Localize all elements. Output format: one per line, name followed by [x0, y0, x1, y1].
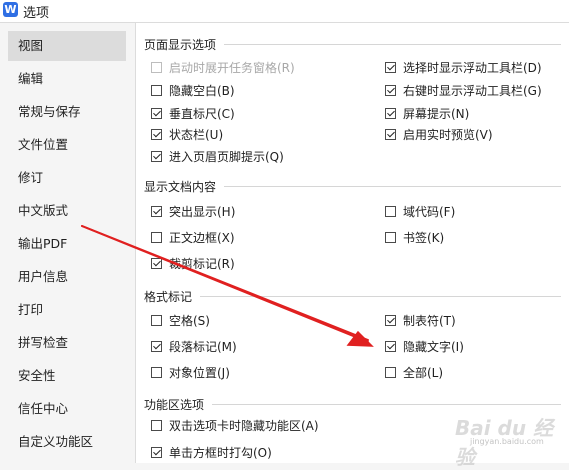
checkbox-checked[interactable] [385, 129, 396, 140]
checkbox[interactable] [151, 62, 162, 73]
checkbox-checked[interactable] [151, 151, 162, 162]
checkbox-checked[interactable] [385, 108, 396, 119]
checkbox-checked[interactable] [385, 341, 396, 352]
option-label: 正文边框(X) [169, 231, 235, 245]
sidebar-item-user-info[interactable]: 用户信息 [8, 262, 126, 292]
option-label: 右键时显示浮动工具栏(G) [403, 84, 542, 98]
sidebar-item-file-location[interactable]: 文件位置 [8, 130, 126, 160]
checkbox[interactable] [151, 85, 162, 96]
option-label: 垂直标尺(C) [169, 107, 235, 121]
window-title: 选项 [23, 6, 50, 21]
section-title-doc-content: 显示文档内容 [144, 178, 221, 195]
option-label: 双击选项卡时隐藏功能区(A) [169, 419, 319, 433]
checkbox-checked[interactable] [151, 129, 162, 140]
option-label: 段落标记(M) [169, 340, 237, 354]
section-divider [212, 404, 561, 405]
checkbox[interactable] [385, 367, 396, 378]
checkbox-checked[interactable] [385, 62, 396, 73]
option-label: 对象位置(J) [169, 366, 230, 380]
option-label: 进入页眉页脚提示(Q) [169, 150, 284, 164]
option-label: 书签(K) [403, 231, 445, 245]
option-label: 域代码(F) [403, 205, 456, 219]
option-label: 选择时显示浮动工具栏(D) [403, 61, 542, 75]
option-label: 空格(S) [169, 314, 210, 328]
section-divider [224, 44, 561, 45]
title-bar: W 选项 [0, 0, 569, 23]
checkbox[interactable] [151, 420, 162, 431]
baidu-watermark-url: jingyan.baidu.com [470, 437, 544, 446]
option-label: 突出显示(H) [169, 205, 236, 219]
option-label: 启用实时预览(V) [403, 128, 493, 142]
section-divider [200, 296, 561, 297]
checkbox-checked[interactable] [385, 315, 396, 326]
options-sidebar: 视图 编辑 常规与保存 文件位置 修订 中文版式 输出PDF 用户信息 打印 拼… [0, 23, 133, 463]
sidebar-item-security[interactable]: 安全性 [8, 361, 126, 391]
option-label: 隐藏文字(I) [403, 340, 464, 354]
sidebar-item-view[interactable]: 视图 [8, 31, 126, 61]
wps-writer-icon: W [3, 2, 18, 17]
option-label: 隐藏空白(B) [169, 84, 235, 98]
section-title-ribbon: 功能区选项 [144, 396, 209, 413]
option-label: 状态栏(U) [169, 128, 224, 142]
checkbox-checked[interactable] [151, 341, 162, 352]
sidebar-item-export-pdf[interactable]: 输出PDF [8, 229, 126, 259]
option-label: 裁剪标记(R) [169, 257, 235, 271]
checkbox-checked[interactable] [385, 85, 396, 96]
sidebar-item-chinese-layout[interactable]: 中文版式 [8, 196, 126, 226]
checkbox[interactable] [151, 367, 162, 378]
section-title-page-display: 页面显示选项 [144, 36, 221, 53]
sidebar-item-revision[interactable]: 修订 [8, 163, 126, 193]
section-divider [224, 186, 561, 187]
sidebar-item-edit[interactable]: 编辑 [8, 64, 126, 94]
checkbox[interactable] [151, 232, 162, 243]
option-label: 制表符(T) [403, 314, 456, 328]
sidebar-item-general-save[interactable]: 常规与保存 [8, 97, 126, 127]
option-label: 启动时展开任务窗格(R) [169, 61, 295, 75]
checkbox[interactable] [385, 232, 396, 243]
section-title-format-marks: 格式标记 [144, 288, 197, 305]
sidebar-item-customize-ribbon[interactable]: 自定义功能区 [8, 427, 126, 457]
sidebar-item-print[interactable]: 打印 [8, 295, 126, 325]
sidebar-item-spell-check[interactable]: 拼写检查 [8, 328, 126, 358]
option-label: 屏幕提示(N) [403, 107, 470, 121]
option-label: 单击方框时打勾(O) [169, 446, 272, 460]
checkbox-checked[interactable] [151, 258, 162, 269]
sidebar-item-trust-center[interactable]: 信任中心 [8, 394, 126, 424]
checkbox-checked[interactable] [151, 206, 162, 217]
options-content-panel: 页面显示选项 启动时展开任务窗格(R) 隐藏空白(B) 垂直标尺(C) 状态栏(… [136, 23, 569, 463]
checkbox[interactable] [385, 206, 396, 217]
option-label: 全部(L) [403, 366, 444, 380]
checkbox-checked[interactable] [151, 108, 162, 119]
checkbox-checked[interactable] [151, 447, 162, 458]
checkbox[interactable] [151, 315, 162, 326]
